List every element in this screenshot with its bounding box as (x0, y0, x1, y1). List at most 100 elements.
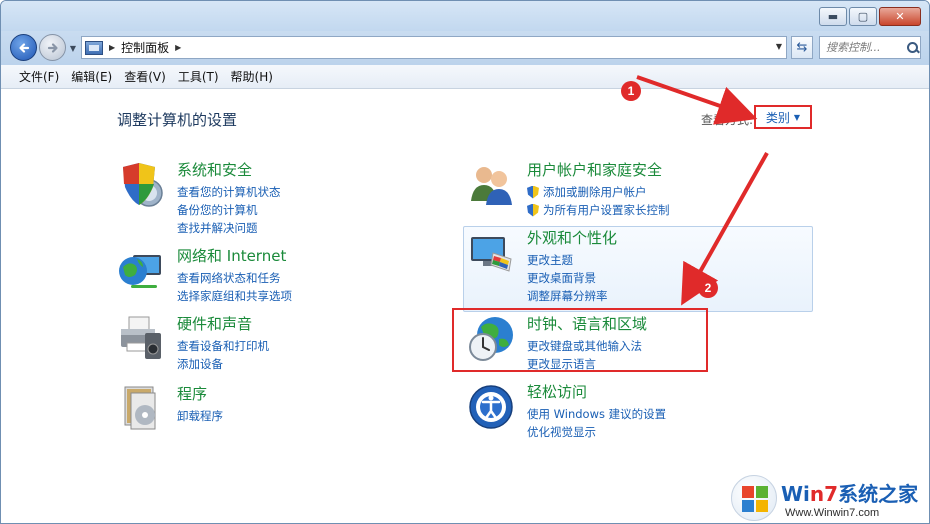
link-label: 更改键盘或其他输入法 (527, 339, 642, 353)
link-label: 优化视觉显示 (527, 425, 596, 439)
back-button[interactable] (10, 34, 37, 61)
clock-globe-icon[interactable] (467, 315, 515, 363)
category-links: 查看设备和打印机 添加设备 (177, 337, 269, 373)
link-add-remove-accounts[interactable]: 添加或删除用户帐户 (527, 183, 670, 201)
link-optimize-visual-display[interactable]: 优化视觉显示 (527, 423, 666, 441)
watermark-text: Win7系统之家 Www.Winwin7.com (781, 478, 918, 519)
appearance-icon[interactable] (467, 229, 515, 277)
category-links: 更改主题 更改桌面背景 调整屏幕分辨率 (527, 251, 608, 305)
category-title[interactable]: 外观和个性化 (527, 227, 617, 248)
category-links: 查看网络状态和任务 选择家庭组和共享选项 (177, 269, 292, 305)
link-homegroup-sharing[interactable]: 选择家庭组和共享选项 (177, 287, 292, 305)
forward-arrow-icon (47, 42, 58, 53)
link-backup-computer[interactable]: 备份您的计算机 (177, 201, 281, 219)
link-label: 查看网络状态和任务 (177, 271, 281, 285)
close-icon: ✕ (895, 10, 905, 23)
category-title[interactable]: 系统和安全 (177, 159, 252, 180)
recent-pages-dropdown[interactable]: ▼ (67, 42, 79, 54)
control-panel-icon (85, 40, 103, 55)
breadcrumb-control-panel[interactable]: 控制面板 (121, 39, 169, 56)
address-dropdown-icon[interactable]: ▼ (776, 42, 782, 51)
navigation-bar: ▼ ▶ 控制面板 ▶ ▼ ⇆ (1, 31, 929, 65)
close-button[interactable]: ✕ (879, 7, 921, 26)
link-change-display-language[interactable]: 更改显示语言 (527, 355, 642, 373)
link-add-device[interactable]: 添加设备 (177, 355, 269, 373)
link-label: 更改显示语言 (527, 357, 596, 371)
category-title[interactable]: 硬件和声音 (177, 313, 252, 334)
network-icon[interactable] (117, 247, 165, 295)
window-controls: ▬ ▢ ✕ (819, 7, 921, 26)
main-content: 调整计算机的设置 查看方式: 类别 ▼ 系统和安全 查看您的计算机状态 备份您的… (1, 89, 929, 523)
link-label: 为所有用户设置家长控制 (543, 203, 670, 217)
link-label: 查看您的计算机状态 (177, 185, 281, 199)
users-icon[interactable] (467, 161, 515, 209)
maximize-button[interactable]: ▢ (849, 7, 877, 26)
link-label: 更改桌面背景 (527, 271, 596, 285)
hover-highlight (463, 226, 813, 312)
menu-edit[interactable]: 编辑(E) (65, 67, 118, 87)
link-parental-controls[interactable]: 为所有用户设置家长控制 (527, 201, 670, 219)
minimize-button[interactable]: ▬ (819, 7, 847, 26)
link-troubleshoot[interactable]: 查找并解决问题 (177, 219, 281, 237)
menu-file[interactable]: 文件(F) (13, 67, 65, 87)
category-title[interactable]: 网络和 Internet (177, 245, 286, 266)
view-by-value: 类别 (765, 110, 790, 125)
link-view-computer-status[interactable]: 查看您的计算机状态 (177, 183, 281, 201)
programs-icon[interactable] (117, 385, 165, 433)
page-title: 调整计算机的设置 (117, 111, 238, 129)
chevron-down-icon: ▼ (793, 112, 801, 122)
title-bar: ▬ ▢ ✕ (1, 1, 929, 31)
link-devices-printers[interactable]: 查看设备和打印机 (177, 337, 269, 355)
link-uninstall-program[interactable]: 卸载程序 (177, 407, 223, 425)
watermark-url: Www.Winwin7.com (785, 506, 880, 519)
menu-view[interactable]: 查看(V) (118, 67, 172, 87)
shield-icon[interactable] (117, 161, 165, 209)
category-links: 添加或删除用户帐户 为所有用户设置家长控制 (527, 183, 670, 219)
maximize-icon: ▢ (857, 10, 869, 23)
link-label: 添加或删除用户帐户 (543, 185, 647, 199)
link-label: 更改主题 (527, 253, 573, 267)
view-by-label: 查看方式: (701, 113, 754, 127)
breadcrumb-arrow-icon[interactable]: ▶ (109, 43, 115, 52)
forward-button[interactable] (39, 34, 66, 61)
search-icon[interactable] (906, 41, 920, 55)
category-links: 查看您的计算机状态 备份您的计算机 查找并解决问题 (177, 183, 281, 237)
watermark-title-prefix: Wi (781, 481, 810, 506)
ease-of-access-icon[interactable] (467, 383, 515, 431)
link-screen-resolution[interactable]: 调整屏幕分辨率 (527, 287, 608, 305)
link-network-status[interactable]: 查看网络状态和任务 (177, 269, 292, 287)
watermark-title: Win7系统之家 (781, 478, 918, 507)
watermark-title-seven: n7 (809, 481, 839, 506)
category-links: 卸载程序 (177, 407, 223, 425)
minimize-icon: ▬ (827, 10, 839, 23)
link-label: 调整屏幕分辨率 (527, 289, 608, 303)
category-links: 使用 Windows 建议的设置 优化视觉显示 (527, 405, 666, 441)
link-label: 查找并解决问题 (177, 221, 258, 235)
link-label: 卸载程序 (177, 409, 223, 423)
menu-tools[interactable]: 工具(T) (172, 67, 225, 87)
menu-bar: 文件(F) 编辑(E) 查看(V) 工具(T) 帮助(H) (1, 65, 929, 89)
link-desktop-background[interactable]: 更改桌面背景 (527, 269, 608, 287)
link-label: 查看设备和打印机 (177, 339, 269, 353)
category-links: 更改键盘或其他输入法 更改显示语言 (527, 337, 642, 373)
view-by-dropdown[interactable]: 类别 ▼ (754, 105, 812, 129)
address-bar[interactable]: ▶ 控制面板 ▶ ▼ (81, 36, 787, 59)
annotation-badge-2: 2 (698, 278, 718, 298)
category-title[interactable]: 程序 (177, 383, 207, 404)
search-input[interactable] (826, 41, 904, 54)
annotation-badge-1: 1 (621, 81, 641, 101)
category-title[interactable]: 用户帐户和家庭安全 (527, 159, 662, 180)
control-panel-window: ▬ ▢ ✕ ▼ ▶ 控制面板 ▶ ▼ ⇆ 文件(F) 编辑(E) 查看(V) 工… (0, 0, 930, 524)
refresh-button[interactable]: ⇆ (791, 36, 813, 59)
category-title[interactable]: 轻松访问 (527, 381, 587, 402)
search-box[interactable] (819, 36, 921, 59)
printer-icon[interactable] (117, 315, 165, 363)
category-title[interactable]: 时钟、语言和区域 (527, 313, 647, 334)
link-label: 添加设备 (177, 357, 223, 371)
breadcrumb-arrow-icon[interactable]: ▶ (175, 43, 181, 52)
link-windows-suggested-settings[interactable]: 使用 Windows 建议的设置 (527, 405, 666, 423)
chevron-down-icon: ▼ (69, 43, 77, 53)
menu-help[interactable]: 帮助(H) (225, 67, 279, 87)
link-change-input-method[interactable]: 更改键盘或其他输入法 (527, 337, 642, 355)
link-change-theme[interactable]: 更改主题 (527, 251, 608, 269)
